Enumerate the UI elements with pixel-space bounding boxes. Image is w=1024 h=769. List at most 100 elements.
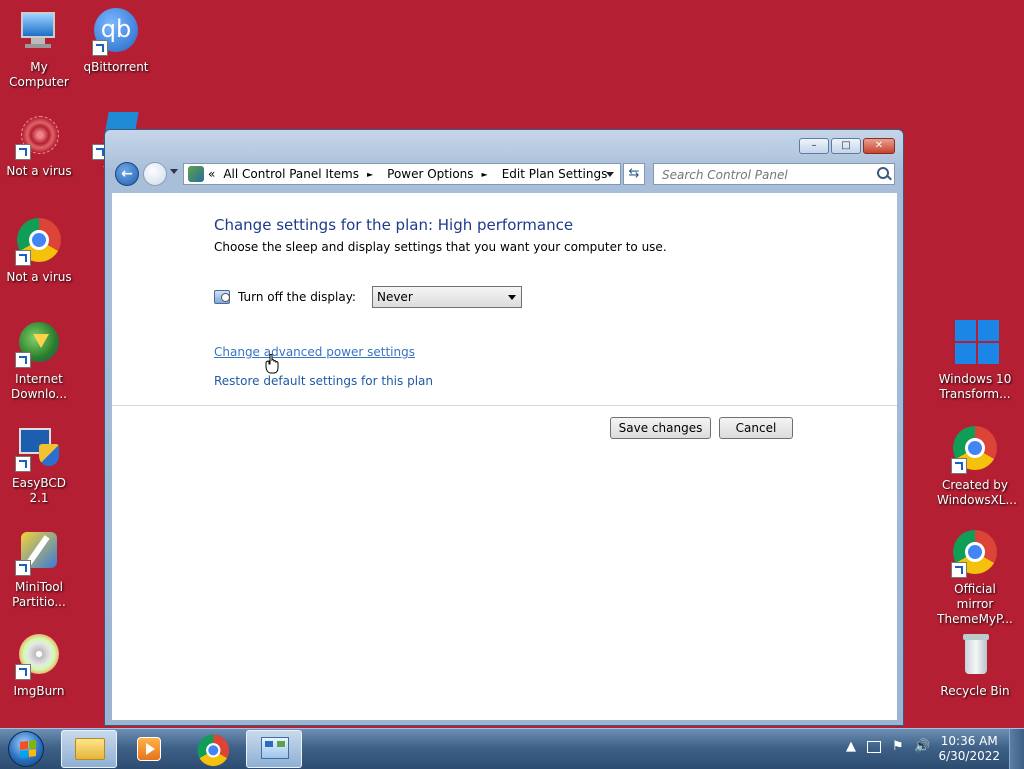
display-setting-label: Turn off the display: [238, 290, 356, 304]
minimize-button[interactable]: – [799, 138, 829, 154]
cancel-button[interactable]: Cancel [719, 417, 793, 439]
desktop-icon-label: ImgBurn [13, 684, 65, 698]
restore-default-settings-link[interactable]: Restore default settings for this plan [214, 374, 433, 388]
breadcrumb-all-control-panel-items[interactable]: All Control Panel Items ► [223, 167, 381, 181]
address-history-dropdown-icon[interactable] [606, 172, 614, 177]
minitool-icon [15, 528, 63, 576]
shortcut-arrow-icon [15, 352, 31, 368]
save-changes-button[interactable]: Save changes [610, 417, 711, 439]
turn-off-display-select[interactable]: Never [371, 286, 522, 308]
shortcut-arrow-icon [15, 250, 31, 266]
breadcrumb-edit-plan-settings[interactable]: Edit Plan Settings [502, 167, 608, 181]
refresh-button[interactable]: ⇆ [623, 163, 645, 185]
recycle-bin-icon [951, 632, 999, 680]
control-panel-icon [188, 166, 204, 182]
desktop-icon-official-mirror[interactable]: Official mirror ThemeMyP... [937, 528, 1013, 627]
shortcut-arrow-icon [15, 664, 31, 680]
maximize-button[interactable]: □ [831, 138, 861, 154]
desktop-icon-minitool[interactable]: MiniTool Partitio... [1, 528, 77, 610]
desktop-icon-easybcd[interactable]: EasyBCD 2.1 [1, 424, 77, 506]
show-hidden-icons-button[interactable]: ▲ [846, 739, 856, 754]
breadcrumb-separator-icon[interactable]: ► [482, 170, 488, 179]
close-button[interactable]: ✕ [863, 138, 895, 154]
desktop-icon-not-a-virus-2[interactable]: Not a virus [1, 216, 77, 285]
desktop-icon-windows10-transform[interactable]: Windows 10 Transform... [937, 320, 1013, 402]
breadcrumb-label: Edit Plan Settings [501, 167, 608, 181]
network-icon[interactable] [867, 741, 881, 753]
shortcut-arrow-icon [951, 562, 967, 578]
forward-button[interactable] [143, 162, 167, 186]
divider [112, 405, 897, 406]
search-input[interactable] [660, 165, 874, 185]
taskbar: ▲ ⚑ 🔊 10:36 AM 6/30/2022 [0, 728, 1024, 769]
breadcrumb-label: All Control Panel Items [223, 167, 359, 181]
red-burst-icon [15, 112, 63, 160]
action-center-flag-icon[interactable]: ⚑ [892, 739, 904, 754]
recent-pages-dropdown-icon[interactable] [170, 169, 178, 174]
desktop-icon-my-computer[interactable]: My Computer [1, 8, 77, 90]
desktop-icon-label: qBittorrent [83, 60, 149, 74]
windows-logo-icon [951, 320, 999, 368]
chevron-down-icon [507, 295, 516, 300]
taskbar-control-panel[interactable] [246, 730, 302, 768]
desktop-icon-label: EasyBCD 2.1 [12, 476, 66, 505]
desktop-icon-label: Windows 10 Transform... [938, 372, 1012, 401]
clock[interactable]: 10:36 AM 6/30/2022 [938, 734, 1000, 764]
breadcrumb-label: Power Options [387, 167, 474, 181]
taskbar-media-player[interactable] [122, 730, 178, 768]
control-panel-window: – □ ✕ ← « All Control Panel Items ► Powe… [104, 129, 904, 726]
desktop-icon-label: Internet Downlo... [11, 372, 67, 401]
shortcut-arrow-icon [15, 456, 31, 472]
change-advanced-power-settings-link[interactable]: Change advanced power settings [214, 345, 415, 359]
taskbar-chrome[interactable] [184, 730, 240, 768]
volume-icon[interactable]: 🔊 [914, 739, 930, 754]
clock-date: 6/30/2022 [938, 749, 1000, 763]
chrome-icon [951, 530, 999, 578]
windows-orb-icon [8, 731, 44, 767]
clock-time: 10:36 AM [940, 734, 998, 748]
desktop-icon-label: My Computer [9, 60, 69, 89]
desktop-icon-not-a-virus-1[interactable]: Not a virus [1, 112, 77, 179]
search-icon[interactable] [877, 167, 889, 179]
desktop-icon-label: MiniTool Partitio... [12, 580, 66, 609]
desktop-icon-recycle-bin[interactable]: Recycle Bin [937, 632, 1013, 699]
shortcut-arrow-icon [15, 144, 31, 160]
hand-cursor-icon [265, 354, 279, 374]
desktop-icon-label: Official mirror ThemeMyP... [937, 582, 1013, 626]
address-bar[interactable]: « All Control Panel Items ► Power Option… [183, 163, 621, 185]
navigation-bar: ← « All Control Panel Items ► Power Opti… [113, 160, 897, 190]
desktop-icon-imgburn[interactable]: ImgBurn [1, 632, 77, 699]
search-box[interactable] [653, 163, 895, 185]
address-overflow-chevron[interactable]: « [208, 167, 215, 181]
content-pane: Change settings for the plan: High perfo… [112, 193, 897, 720]
page-title: Change settings for the plan: High perfo… [214, 216, 574, 234]
computer-icon [15, 8, 63, 56]
desktop-icon-label: Not a virus [6, 164, 72, 178]
file-explorer-icon [75, 738, 105, 760]
desktop-icon-label: Not a virus [6, 270, 72, 284]
breadcrumb-separator-icon[interactable]: ► [367, 170, 373, 179]
chrome-icon [951, 426, 999, 474]
internet-download-manager-icon [15, 320, 63, 368]
caption-buttons: – □ ✕ [797, 138, 895, 154]
shortcut-arrow-icon [951, 458, 967, 474]
display-setting-row: Turn off the display: Never [214, 286, 522, 308]
breadcrumb-power-options[interactable]: Power Options ► [387, 167, 496, 181]
back-button[interactable]: ← [115, 162, 139, 186]
show-desktop-button[interactable] [1009, 729, 1024, 769]
chrome-icon [196, 733, 231, 768]
easybcd-icon [15, 424, 63, 472]
imgburn-icon [15, 632, 63, 680]
shortcut-arrow-icon [92, 40, 108, 56]
desktop-icon-created-by-windowsxl[interactable]: Created by WindowsXL... [937, 424, 1017, 508]
select-value: Never [376, 290, 413, 304]
start-button[interactable] [4, 730, 50, 768]
page-subtitle: Choose the sleep and display settings th… [214, 240, 667, 254]
shortcut-arrow-icon [15, 560, 31, 576]
desktop-icon-internet-download-manager[interactable]: Internet Downlo... [1, 320, 77, 402]
desktop-icon-qbittorrent[interactable]: qb qBittorrent [78, 8, 154, 75]
qbittorrent-icon: qb [92, 8, 140, 56]
taskbar-file-explorer[interactable] [61, 730, 117, 768]
chrome-icon [15, 218, 63, 266]
desktop-icon-label: Created by WindowsXL... [937, 478, 1017, 507]
